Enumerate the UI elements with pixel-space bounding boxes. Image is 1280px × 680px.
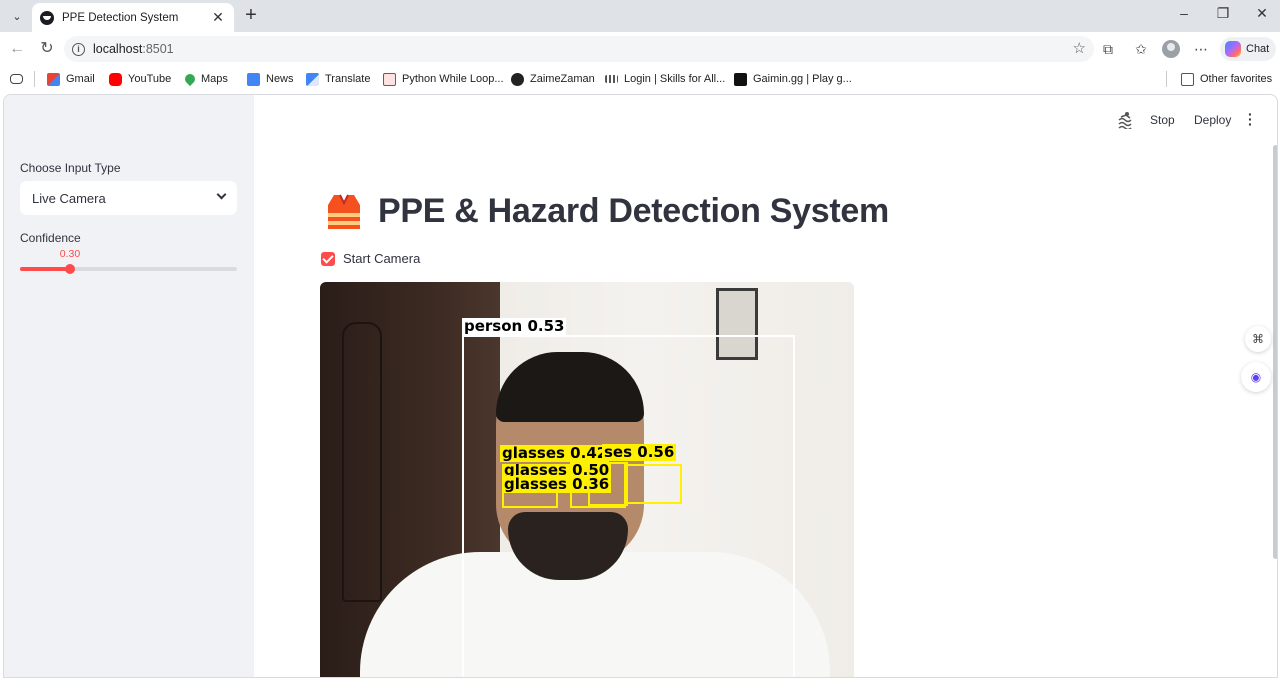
site-info-icon[interactable]: i xyxy=(72,42,85,56)
youtube-icon xyxy=(109,72,122,86)
sidebar: Choose Input Type Live Camera Confidence… xyxy=(4,95,254,677)
bookmark-label: Login | Skills for All... xyxy=(624,73,726,85)
more-options-icon[interactable]: ⋯ xyxy=(1191,39,1211,59)
translate-icon xyxy=(306,72,319,86)
running-status-icon xyxy=(1118,112,1132,129)
folder-icon xyxy=(1181,72,1194,86)
bookmark-label: Maps xyxy=(201,73,228,85)
extensions-icon[interactable]: ⧉ xyxy=(1098,39,1118,59)
browser-tab[interactable]: PPE Detection System ✕ xyxy=(32,3,234,32)
reload-button[interactable]: ↻ xyxy=(36,38,58,60)
url-host: localhost xyxy=(93,42,143,56)
start-camera-checkbox-row[interactable]: Start Camera xyxy=(321,251,420,266)
favorite-star-icon[interactable]: ☆ xyxy=(1073,39,1086,57)
bookmark-news[interactable]: News xyxy=(247,70,294,88)
input-type-select[interactable]: Live Camera xyxy=(20,181,237,215)
deploy-button[interactable]: Deploy xyxy=(1194,113,1231,127)
bookmark-translate[interactable]: Translate xyxy=(306,70,370,88)
other-favorites-label: Other favorites xyxy=(1200,73,1273,85)
bookmark-label: Gmail xyxy=(66,73,95,85)
slider-fill xyxy=(20,267,70,271)
address-bar[interactable]: i localhost:8501 ☆ xyxy=(64,36,1094,62)
input-type-label: Choose Input Type xyxy=(20,161,121,175)
bookmark-label: Gaimin.gg | Play g... xyxy=(753,73,852,85)
tab-strip: ⌄ PPE Detection System ✕ + – ❐ ✕ xyxy=(0,0,1280,32)
bookmark-youtube[interactable]: YouTube xyxy=(109,70,171,88)
chat-label: Chat xyxy=(1246,43,1270,55)
bookmark-github[interactable]: ZaimeZaman xyxy=(511,70,595,88)
bookmark-gmail[interactable]: Gmail xyxy=(47,70,95,88)
tab-list-button[interactable]: ⌄ xyxy=(6,6,28,26)
copilot-chat-button[interactable]: Chat xyxy=(1220,37,1276,61)
close-window-button[interactable]: ✕ xyxy=(1242,5,1280,27)
bookmark-gaimin[interactable]: Gaimin.gg | Play g... xyxy=(734,70,852,88)
glasses-bbox-label: glasses 0.42 xyxy=(500,444,610,462)
bookmark-label: YouTube xyxy=(128,73,172,85)
stop-button[interactable]: Stop xyxy=(1150,113,1175,127)
camera-feed: person 0.53 glasses 0.42 ses 0.56 glasse… xyxy=(320,282,854,677)
tab-title: PPE Detection System xyxy=(62,11,179,24)
bookmark-python-while-loop[interactable]: Python While Loop... xyxy=(383,70,504,88)
maximize-button[interactable]: ❐ xyxy=(1203,5,1243,27)
assistant-icon[interactable]: ◉ xyxy=(1241,362,1271,392)
python-icon xyxy=(383,72,396,86)
close-tab-icon[interactable]: ✕ xyxy=(210,9,226,26)
streamlit-favicon-icon xyxy=(40,10,54,25)
title-row: PPE & Hazard Detection System xyxy=(324,191,889,231)
confidence-value: 0.30 xyxy=(59,248,81,260)
other-favorites-folder[interactable]: Other favorites xyxy=(1181,70,1272,88)
start-camera-checkbox[interactable] xyxy=(321,251,335,266)
bookmark-label: Translate xyxy=(325,73,371,85)
page-title: PPE & Hazard Detection System xyxy=(378,191,889,230)
copilot-icon xyxy=(1225,41,1241,57)
profile-avatar[interactable] xyxy=(1162,40,1180,58)
new-tab-button[interactable]: + xyxy=(240,5,262,27)
gaimin-icon xyxy=(734,72,747,86)
confidence-slider[interactable] xyxy=(20,264,237,274)
scrollbar[interactable] xyxy=(1273,145,1277,559)
cisco-icon xyxy=(605,75,618,83)
url-port: :8501 xyxy=(142,42,174,56)
chevron-down-icon xyxy=(216,189,227,200)
slider-thumb[interactable] xyxy=(65,264,75,274)
person-bbox-label: person 0.53 xyxy=(462,317,567,335)
bookmarks-divider xyxy=(34,71,35,87)
glasses-bbox-label: ses 0.56 xyxy=(602,443,677,461)
bookmarks-divider xyxy=(1166,71,1167,87)
safety-vest-icon xyxy=(328,194,360,229)
minimize-button[interactable]: – xyxy=(1164,5,1204,27)
main-menu-icon[interactable]: · · · xyxy=(1248,107,1254,131)
confidence-label: Confidence xyxy=(20,231,81,245)
favorites-icon[interactable]: ✩ xyxy=(1131,39,1151,59)
bookmark-label: News xyxy=(266,73,294,85)
reading-list-icon[interactable] xyxy=(10,70,23,88)
news-icon xyxy=(247,72,260,86)
glasses-bbox xyxy=(626,464,682,504)
input-type-value: Live Camera xyxy=(32,190,106,206)
start-camera-label: Start Camera xyxy=(343,251,421,266)
bookmark-maps[interactable]: Maps xyxy=(182,70,228,88)
main-content: Stop Deploy · · · PPE & Hazard Detection S… xyxy=(254,95,1277,677)
maps-icon xyxy=(182,71,198,87)
bookmark-label: Python While Loop... xyxy=(402,73,504,85)
bookmarks-bar: Gmail YouTube Maps News Translate Python… xyxy=(0,66,1280,92)
app-viewport: Choose Input Type Live Camera Confidence… xyxy=(3,94,1278,678)
apps-icon[interactable]: ⌘ xyxy=(1245,326,1271,352)
github-icon xyxy=(511,72,524,86)
back-button[interactable]: ← xyxy=(6,38,28,60)
bookmark-label: ZaimeZaman xyxy=(530,73,595,85)
gmail-icon xyxy=(47,72,60,86)
browser-toolbar: ← ↻ i localhost:8501 ☆ ⧉ ✩ ⋯ xyxy=(0,32,1280,66)
bookmark-skills-for-all[interactable]: Login | Skills for All... xyxy=(605,70,725,88)
glasses-bbox-label: glasses 0.36 xyxy=(502,475,612,493)
